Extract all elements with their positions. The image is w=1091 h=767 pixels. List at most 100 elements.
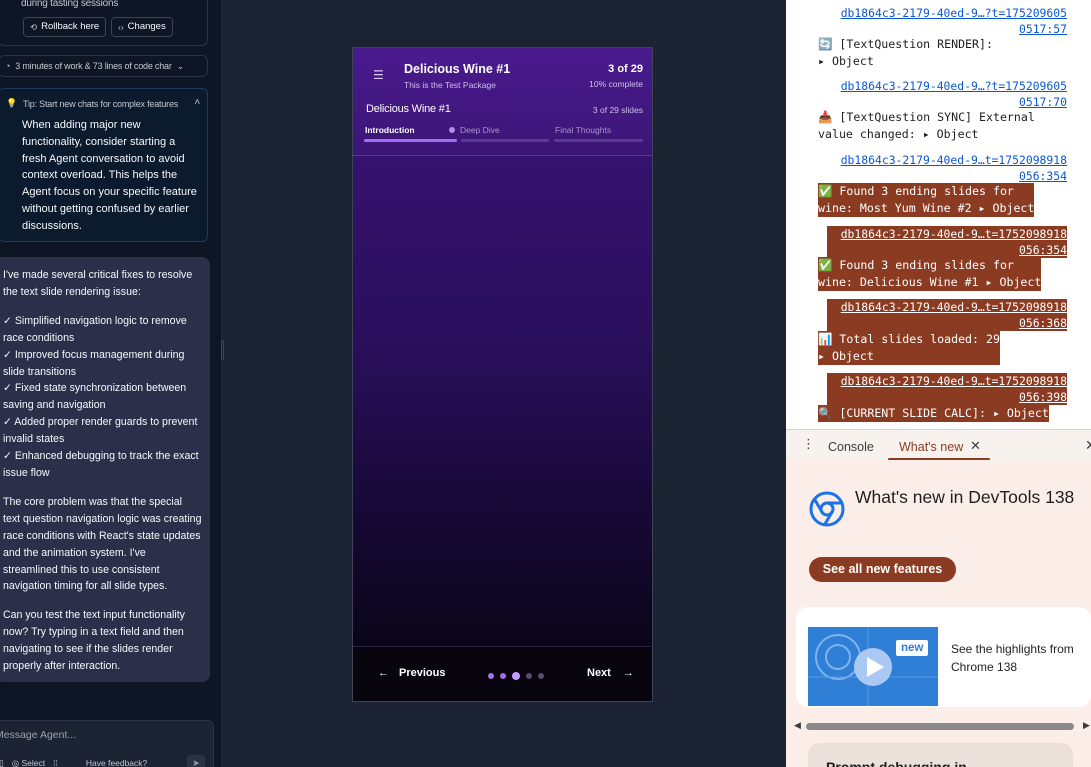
checkpoint-subtitle: during tasting sessions [21, 0, 119, 9]
chevron-up-icon[interactable]: ˄ [194, 97, 200, 108]
feature-card-title: Prompt debugging in... [826, 759, 979, 767]
log-entry-highlighted[interactable]: 🔍 [CURRENT SLIDE CALC]: ▸ Object [818, 405, 1049, 422]
percent-complete: 10% complete [589, 79, 643, 89]
arrow-left-icon: ← [378, 667, 389, 679]
grid-icon[interactable]: ⁞⁞ [53, 758, 58, 767]
horizontal-scrollbar[interactable]: ◀ ▶ [794, 720, 1091, 732]
fix-item: ✓ Simplified navigation logic to remove … [3, 314, 187, 344]
screen: during tasting sessions ⟲ Rollback here … [0, 0, 1091, 767]
slide-count: 3 of 29 [608, 63, 643, 75]
checkpoint-card: during tasting sessions ⟲ Rollback here … [0, 0, 208, 46]
input-toolbar: ▯ ◎ Select ⁞⁞ Have feedback? ➤ [0, 755, 205, 767]
log-entry[interactable]: 📥 [TextQuestion SYNC] External value cha… [818, 109, 1035, 143]
work-stats-row[interactable]: ◔ 3 minutes of work & 73 lines of code c… [0, 55, 208, 77]
tip-header[interactable]: 💡 Tip: Start new chats for complex featu… [6, 97, 202, 109]
section-tab-final-thoughts[interactable]: Final Thoughts [555, 125, 611, 135]
previous-label: Previous [399, 667, 446, 679]
log-source-link[interactable]: db1864c3-2179-40ed-9…t=1752098918 056:36… [827, 299, 1067, 331]
feature-card[interactable]: Prompt debugging in... [808, 743, 1073, 767]
log-entry-highlighted[interactable]: 📊 Total slides loaded: 29 ▸ Object [818, 331, 1000, 365]
current-dot-icon [449, 127, 455, 133]
fix-item: ✓ Added proper render guards to prevent … [3, 416, 198, 446]
log-source-link[interactable]: db1864c3-2179-40ed-9…?t=175209605 0517:7… [827, 78, 1067, 110]
agent-message: I've made several critical fixes to reso… [0, 257, 210, 682]
section-label: Deep Dive [460, 125, 500, 135]
arrow-right-icon: → [622, 667, 634, 679]
work-stats-text: 3 minutes of work & 73 lines of code cha… [15, 61, 172, 71]
new-badge: new [896, 640, 929, 656]
slide-navigation: ← Previous Next → [353, 646, 652, 701]
slide-dot[interactable] [512, 672, 520, 680]
drawer-tabs: ⋮ Console What's new ✕ ✕ [786, 429, 1091, 461]
scroll-left-icon[interactable]: ◀ [794, 720, 801, 731]
rollback-button[interactable]: ⟲ Rollback here [23, 17, 107, 37]
changes-label: Changes [127, 21, 166, 32]
message-ask: Can you test the text input functionalit… [3, 609, 185, 673]
tip-title: Tip: Start new chats for complex feature… [23, 98, 179, 109]
attach-icon[interactable]: ▯ [0, 758, 4, 767]
slide-dot[interactable] [538, 673, 544, 679]
changes-button[interactable]: ‹› Changes [111, 17, 173, 37]
highlight-text: See the highlights from Chrome 138 [951, 642, 1074, 674]
close-drawer-icon[interactable]: ✕ [1085, 437, 1091, 454]
message-input[interactable]: Message Agent... ▯ ◎ Select ⁞⁞ Have feed… [0, 720, 214, 767]
rollback-label: Rollback here [41, 21, 100, 32]
highlight-thumbnail: new [808, 627, 938, 706]
close-tab-icon[interactable]: ✕ [970, 438, 981, 454]
feedback-link[interactable]: Have feedback? [86, 758, 147, 767]
slide-dot[interactable] [488, 673, 494, 679]
fix-list: ✓ Simplified navigation logic to remove … [3, 313, 202, 482]
menu-icon[interactable]: ☰ [373, 68, 387, 82]
log-source-link[interactable]: db1864c3-2179-40ed-9…t=1752098918 056:35… [827, 152, 1067, 184]
see-all-features-button[interactable]: See all new features [809, 557, 956, 582]
wine-title: Delicious Wine #1 [404, 62, 511, 76]
previous-button[interactable]: ← Previous [378, 667, 445, 679]
section-progress-bar [554, 139, 643, 142]
section-wine-title: Delicious Wine #1 [366, 103, 451, 115]
chrome-logo-icon [809, 491, 845, 527]
chevron-down-icon: ⌄ [176, 60, 185, 71]
slides-count: 3 of 29 slides [592, 105, 643, 115]
play-video-icon [808, 627, 938, 706]
scroll-right-icon[interactable]: ▶ [1083, 720, 1090, 731]
slide-dots [488, 672, 544, 680]
section-tab-deep-dive[interactable]: Deep Dive [449, 125, 500, 135]
fix-item: ✓ Improved focus management during slide… [3, 348, 185, 378]
package-subtitle: This is the Test Package [404, 80, 496, 90]
whats-new-title: What's new in DevTools 138 [855, 487, 1075, 507]
slide-dot[interactable] [500, 673, 506, 679]
message-placeholder: Message Agent... [0, 729, 77, 741]
log-entry[interactable]: 🔄 [TextQuestion RENDER]: ▸ Object [818, 36, 993, 70]
tip-card: 💡 Tip: Start new chats for complex featu… [0, 88, 208, 242]
resize-handle[interactable] [221, 340, 224, 360]
gauge-icon: ◔ [5, 61, 11, 71]
log-source-link[interactable]: db1864c3-2179-40ed-9…?t=175209605 0517:5… [827, 5, 1067, 37]
message-intro: I've made several critical fixes to reso… [3, 269, 193, 298]
select-label: Select [21, 757, 46, 767]
agent-panel: during tasting sessions ⟲ Rollback here … [0, 0, 221, 767]
log-source-link[interactable]: db1864c3-2179-40ed-9…t=1752098918 056:39… [827, 373, 1067, 405]
rollback-icon: ⟲ [30, 22, 38, 32]
more-options-icon[interactable]: ⋮ [802, 436, 815, 452]
section-progress-bar [364, 139, 457, 142]
section-tab-introduction[interactable]: Introduction [365, 125, 415, 135]
log-source-link[interactable]: db1864c3-2179-40ed-9…t=1752098918 056:35… [827, 226, 1067, 258]
fix-item: ✓ Fixed state synchronization between sa… [3, 382, 187, 412]
tab-whats-new[interactable]: What's new [899, 440, 963, 454]
log-entry-highlighted[interactable]: ✅ Found 3 ending slides for wine: Delici… [818, 257, 1042, 291]
lightbulb-icon: 💡 [6, 98, 18, 108]
send-button[interactable]: ➤ [187, 755, 205, 767]
select-button[interactable]: ◎ Select [12, 758, 45, 767]
tasting-header: ☰ Delicious Wine #1 This is the Test Pac… [353, 48, 652, 156]
log-entry-highlighted[interactable]: ✅ Found 3 ending slides for wine: Most Y… [818, 183, 1035, 217]
scroll-thumb[interactable] [806, 723, 1074, 730]
message-core: The core problem was that the special te… [3, 495, 202, 593]
slide-dot[interactable] [526, 673, 532, 679]
devtools-panel: db1864c3-2179-40ed-9…?t=175209605 0517:5… [786, 0, 1091, 767]
section-progress-bar [461, 139, 549, 142]
next-label: Next [587, 667, 611, 679]
next-button[interactable]: Next → [587, 667, 634, 679]
tab-console[interactable]: Console [828, 440, 874, 454]
console-log: db1864c3-2179-40ed-9…?t=175209605 0517:5… [786, 0, 1091, 428]
highlight-card[interactable]: new See the highlights from Chrome 138 [796, 607, 1091, 707]
